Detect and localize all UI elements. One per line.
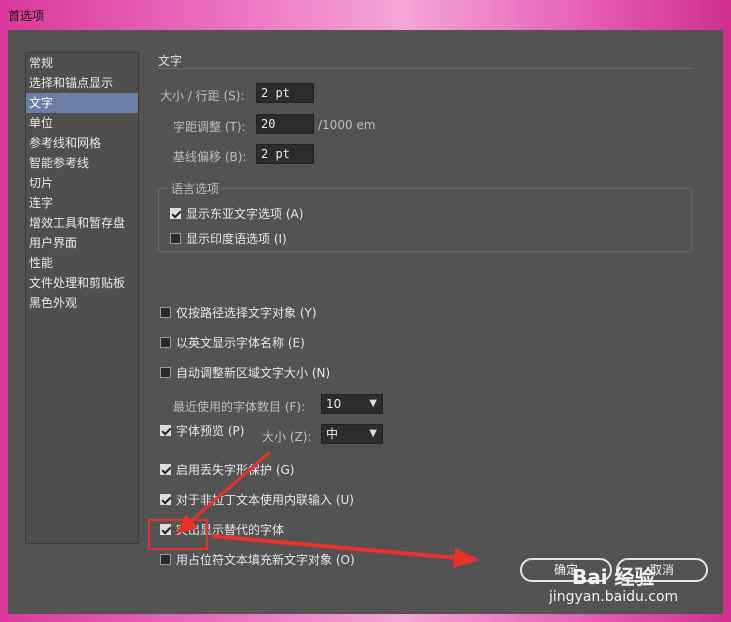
watermark-brand: Bai 经验 bbox=[572, 565, 655, 589]
annotation-arrow-line bbox=[189, 450, 271, 524]
watermark-url: jingyan.baidu.com bbox=[549, 589, 679, 605]
annotation-arrow-line bbox=[211, 534, 459, 560]
annotation-arrows bbox=[176, 450, 480, 568]
annotation-arrowhead bbox=[453, 548, 480, 568]
